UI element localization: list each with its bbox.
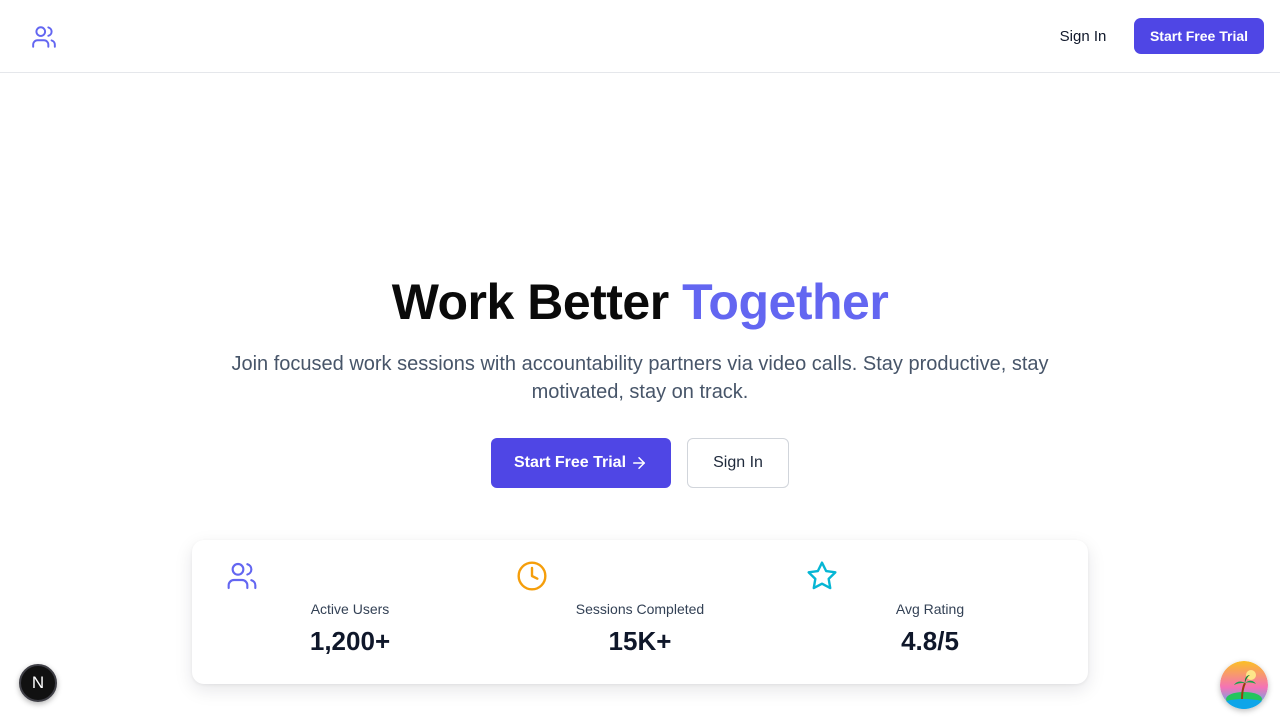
dev-tools-badge[interactable]: N — [19, 664, 57, 702]
hero-title-accent: Together — [682, 274, 889, 330]
nav-signin-button[interactable]: Sign In — [1044, 18, 1122, 54]
stat-label: Avg Rating — [895, 601, 965, 617]
stat-label: Active Users — [310, 601, 390, 617]
stat-sessions-completed: Sessions Completed 15K+ — [494, 540, 786, 684]
stat-value: 1,200+ — [309, 626, 391, 656]
stat-active-users: Active Users 1,200+ — [204, 540, 496, 684]
stat-label: Sessions Completed — [575, 601, 705, 617]
stat-avg-rating: Avg Rating 4.8/5 — [784, 540, 1076, 684]
island-icon[interactable] — [1220, 661, 1268, 709]
hero-start-trial-button[interactable]: Start Free Trial — [491, 438, 671, 488]
stat-value: 4.8/5 — [901, 626, 959, 656]
users-icon — [226, 560, 258, 592]
hero-title: Work Better Together — [0, 270, 1280, 334]
users-icon[interactable] — [31, 24, 57, 50]
nav-start-trial-button[interactable]: Start Free Trial — [1134, 18, 1264, 54]
stats-card: Active Users 1,200+ Sessions Completed 1… — [192, 540, 1088, 684]
star-icon — [806, 560, 838, 592]
arrow-right-icon — [630, 454, 648, 472]
stat-value: 15K+ — [608, 626, 672, 656]
clock-icon — [516, 560, 548, 592]
hero-subtitle: Join focused work sessions with accounta… — [231, 353, 1049, 403]
hero-signin-button[interactable]: Sign In — [687, 438, 789, 488]
top-navbar: Sign In Start Free Trial — [0, 0, 1280, 73]
hero-start-trial-label: Start Free Trial — [513, 454, 627, 471]
dev-badge-letter: N — [31, 673, 45, 692]
hero-title-main: Work Better — [391, 274, 683, 330]
